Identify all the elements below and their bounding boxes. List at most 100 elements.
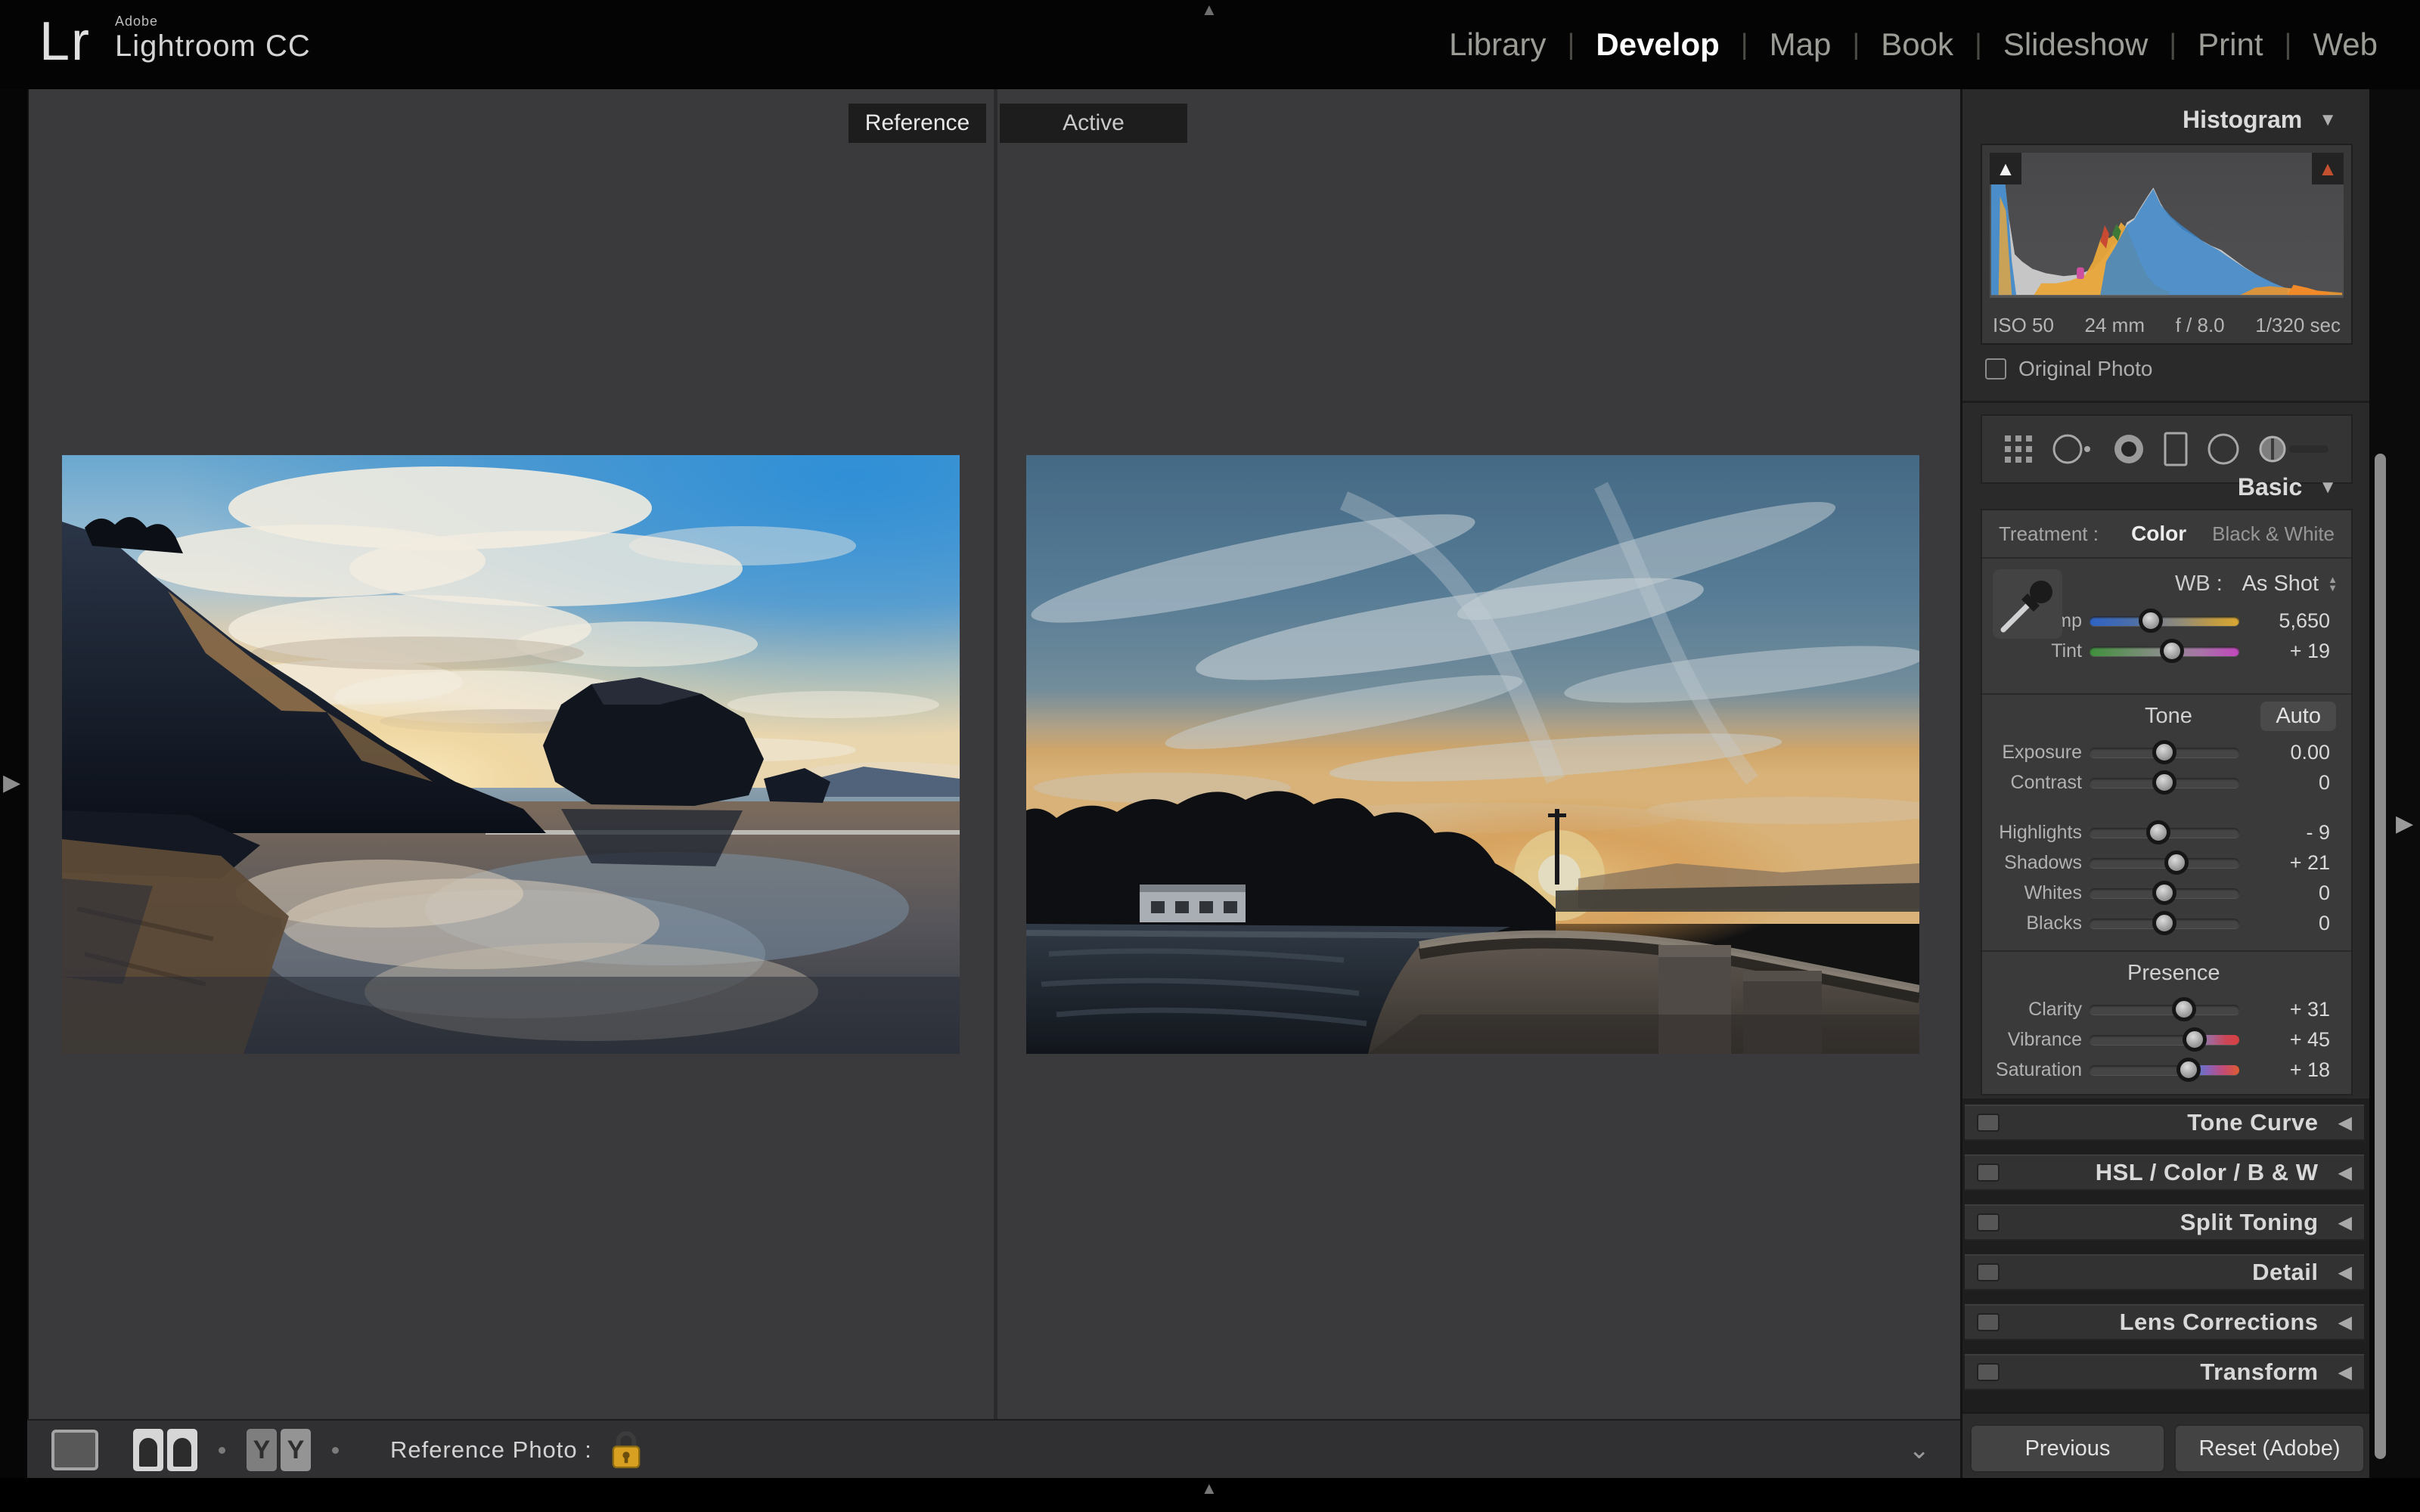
radial-filter-icon[interactable] (2205, 431, 2242, 467)
active-card-icon (167, 1429, 197, 1471)
slider-track-exposure[interactable] (2090, 748, 2239, 758)
crop-overlay-icon[interactable] (2002, 432, 2035, 466)
slider-track-clarity[interactable] (2090, 1005, 2239, 1015)
slider-thumb-saturation[interactable] (2176, 1058, 2201, 1082)
top-panel-collapse-icon[interactable]: ▲ (1201, 0, 1218, 20)
slider-thumb-clarity[interactable] (2172, 997, 2196, 1021)
exif-item: f / 8.0 (2176, 314, 2225, 337)
slider-thumb-vibrance[interactable] (2183, 1027, 2207, 1052)
reference-view-icon[interactable] (133, 1429, 197, 1471)
toolbar-options-chevron-icon[interactable]: ⌄ (1909, 1435, 1931, 1465)
presence-label: Presence (2127, 961, 2220, 986)
module-print[interactable]: Print (2198, 26, 2263, 63)
pane-divider (994, 89, 997, 1419)
reset-button[interactable]: Reset (Adobe) (2174, 1424, 2365, 1473)
slider-thumb-contrast[interactable] (2152, 770, 2176, 795)
shadow-clipping-indicator-icon[interactable]: ▲ (1990, 153, 2021, 184)
basic-collapse-icon[interactable]: ▼ (2319, 477, 2337, 498)
slider-track-saturation[interactable] (2090, 1065, 2239, 1075)
slider-track-highlights[interactable] (2090, 828, 2239, 838)
panel-transform[interactable]: Transform ◀ (1965, 1354, 2364, 1390)
slider-label: Tint (1993, 640, 2082, 662)
panel-expand-icon[interactable]: ◀ (2338, 1262, 2352, 1284)
original-photo-checkbox[interactable] (1985, 358, 2006, 380)
auto-tone-button[interactable]: Auto (2260, 702, 2336, 731)
highlight-clipping-indicator-icon[interactable]: ▲ (2312, 153, 2344, 184)
basic-header[interactable]: Basic ▼ (1962, 473, 2372, 501)
exif-item: ISO 50 (1993, 314, 2054, 337)
lock-icon[interactable] (609, 1429, 644, 1471)
panel-lens-corrections[interactable]: Lens Corrections◀ (1965, 1304, 2364, 1340)
tab-reference[interactable]: Reference (849, 104, 986, 143)
panel-expand-icon[interactable]: ◀ (2338, 1312, 2352, 1334)
slider-thumb-highlights[interactable] (2146, 820, 2170, 844)
module-develop[interactable]: Develop (1596, 26, 1719, 63)
module-slideshow[interactable]: Slideshow (2003, 26, 2148, 63)
left-panel-expand-icon[interactable]: ▶ (3, 770, 20, 796)
panel-toggle[interactable] (1977, 1163, 2000, 1182)
left-panel-strip (0, 89, 27, 1512)
wb-preset-dropdown[interactable]: As Shot (2242, 572, 2319, 596)
panel-toggle[interactable] (1977, 1114, 2000, 1132)
slider-thumb-blacks[interactable] (2152, 911, 2176, 935)
reference-photo-image[interactable] (62, 455, 960, 1054)
panel-title: Transform (2200, 1359, 2318, 1386)
panel-toggle[interactable] (1977, 1363, 2000, 1381)
panel-detail[interactable]: Detail ◀ (1965, 1254, 2364, 1290)
slider-track-tint[interactable] (2090, 646, 2239, 656)
module-book[interactable]: Book (1881, 26, 1953, 63)
panel-expand-icon[interactable]: ◀ (2338, 1112, 2352, 1134)
panel-hsl-color-b-w[interactable]: HSL / Color / B & W◀ (1965, 1154, 2364, 1191)
slider-track-whites[interactable] (2090, 888, 2239, 898)
original-photo-label: Original Photo (2018, 357, 2152, 381)
red-eye-icon[interactable] (2111, 431, 2147, 467)
slider-thumb-whites[interactable] (2152, 881, 2176, 905)
filmstrip-expand-icon[interactable]: ▲ (1201, 1479, 1218, 1498)
panel-tone-curve[interactable]: Tone Curve◀ (1965, 1105, 2364, 1141)
after-icon: Y (281, 1429, 311, 1471)
slider-label: Contrast (1993, 772, 2082, 794)
before-after-view-icon[interactable]: Y Y (247, 1429, 311, 1471)
slider-whites: Whites0 (1982, 878, 2351, 908)
panel-title: Detail (2252, 1259, 2318, 1286)
histogram-collapse-icon[interactable]: ▼ (2319, 110, 2337, 131)
previous-button[interactable]: Previous (1970, 1424, 2165, 1473)
right-panel-collapse-icon[interactable]: ▶ (2396, 810, 2413, 837)
slider-track-contrast[interactable] (2090, 778, 2239, 788)
slider-thumb-shadows[interactable] (2164, 850, 2189, 875)
module-map[interactable]: Map (1770, 26, 1832, 63)
panel-scrollbar[interactable] (2375, 454, 2386, 1459)
panel-expand-icon[interactable]: ◀ (2338, 1162, 2352, 1184)
slider-thumb-temp[interactable] (2139, 609, 2163, 633)
panel-split-toning[interactable]: Split Toning ◀ (1965, 1204, 2364, 1241)
treatment-row: Treatment : Color Black & White (1982, 510, 2351, 557)
tab-active[interactable]: Active (1000, 104, 1187, 143)
slider-track-vibrance[interactable] (2090, 1035, 2239, 1045)
spot-removal-icon[interactable] (2049, 431, 2096, 467)
menu-separator: | (1568, 29, 1575, 61)
slider-track-blacks[interactable] (2090, 919, 2239, 928)
slider-thumb-exposure[interactable] (2152, 740, 2176, 764)
treatment-color-option[interactable]: Color (2131, 522, 2186, 546)
wb-dropdown-arrows-icon[interactable]: ▲▼ (2328, 575, 2338, 592)
graduated-filter-icon[interactable] (2161, 430, 2191, 468)
histogram-chart[interactable]: ▲ ▲ (1990, 153, 2344, 298)
panel-toggle[interactable] (1977, 1263, 2000, 1281)
panel-toggle[interactable] (1977, 1313, 2000, 1331)
module-library[interactable]: Library (1449, 26, 1546, 63)
panel-expand-icon[interactable]: ◀ (2338, 1212, 2352, 1234)
slider-thumb-tint[interactable] (2160, 639, 2184, 663)
slider-track-temp[interactable] (2090, 616, 2239, 626)
histogram-title: Histogram (2183, 106, 2302, 134)
panel-toggle[interactable] (1977, 1213, 2000, 1232)
adjustment-brush-icon[interactable] (2256, 431, 2332, 467)
slider-track-shadows[interactable] (2090, 858, 2239, 868)
module-web[interactable]: Web (2313, 26, 2378, 63)
loupe-view-icon[interactable] (51, 1430, 98, 1470)
active-photo-image[interactable] (1026, 455, 1919, 1054)
panel-expand-icon[interactable]: ◀ (2338, 1362, 2352, 1383)
panel-title: Split Toning (2180, 1209, 2319, 1236)
white-balance-eyedropper-icon[interactable] (1993, 569, 2062, 639)
histogram-header[interactable]: Histogram ▼ (1962, 106, 2372, 134)
treatment-bw-option[interactable]: Black & White (2212, 522, 2335, 546)
